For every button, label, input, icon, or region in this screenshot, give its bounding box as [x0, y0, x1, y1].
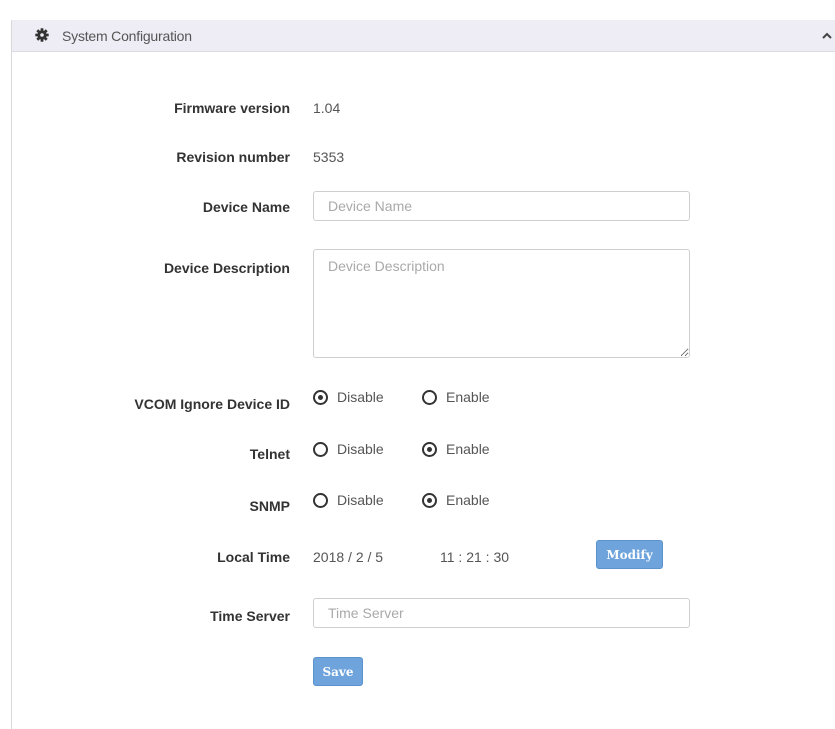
device-description-input[interactable] — [313, 249, 690, 358]
radio-selected-icon[interactable] — [313, 390, 328, 405]
revision-number-value: 5353 — [313, 149, 345, 165]
telnet-disable-label: Disable — [337, 441, 384, 457]
telnet-enable-label: Enable — [446, 441, 490, 457]
chevron-up-icon[interactable] — [820, 29, 834, 43]
telnet-label: Telnet — [249, 446, 290, 462]
snmp-enable-label: Enable — [446, 492, 490, 508]
gear-icon — [35, 28, 49, 42]
vcom-enable-label: Enable — [446, 389, 490, 405]
device-description-label: Device Description — [163, 260, 290, 276]
modify-button[interactable]: Modify — [596, 540, 663, 569]
panel-title: System Configuration — [62, 28, 192, 44]
local-time-label: Local Time — [217, 549, 290, 565]
radio-unselected-icon[interactable] — [422, 390, 437, 405]
firmware-version-value: 1.04 — [313, 100, 341, 116]
panel-header[interactable]: System Configuration — [12, 20, 835, 52]
vcom-ignore-device-id-label: VCOM Ignore Device ID — [134, 396, 290, 412]
snmp-disable-label: Disable — [337, 492, 384, 508]
time-server-label: Time Server — [210, 608, 290, 624]
radio-selected-icon[interactable] — [422, 442, 437, 457]
local-time-clock: 11 : 21 : 30 — [440, 549, 510, 565]
radio-unselected-icon[interactable] — [313, 493, 328, 508]
device-name-input[interactable] — [313, 191, 690, 221]
device-name-label: Device Name — [202, 199, 290, 215]
local-time-date: 2018 / 2 / 5 — [313, 549, 384, 565]
system-configuration-panel: System Configuration Firmware version 1.… — [11, 20, 835, 729]
vcom-disable-label: Disable — [337, 389, 384, 405]
radio-selected-icon[interactable] — [422, 493, 437, 508]
revision-number-label: Revision number — [176, 149, 290, 165]
snmp-label: SNMP — [249, 498, 290, 514]
radio-unselected-icon[interactable] — [313, 442, 328, 457]
firmware-version-label: Firmware version — [174, 100, 290, 116]
time-server-input[interactable] — [313, 598, 690, 628]
save-button[interactable]: Save — [313, 657, 363, 686]
